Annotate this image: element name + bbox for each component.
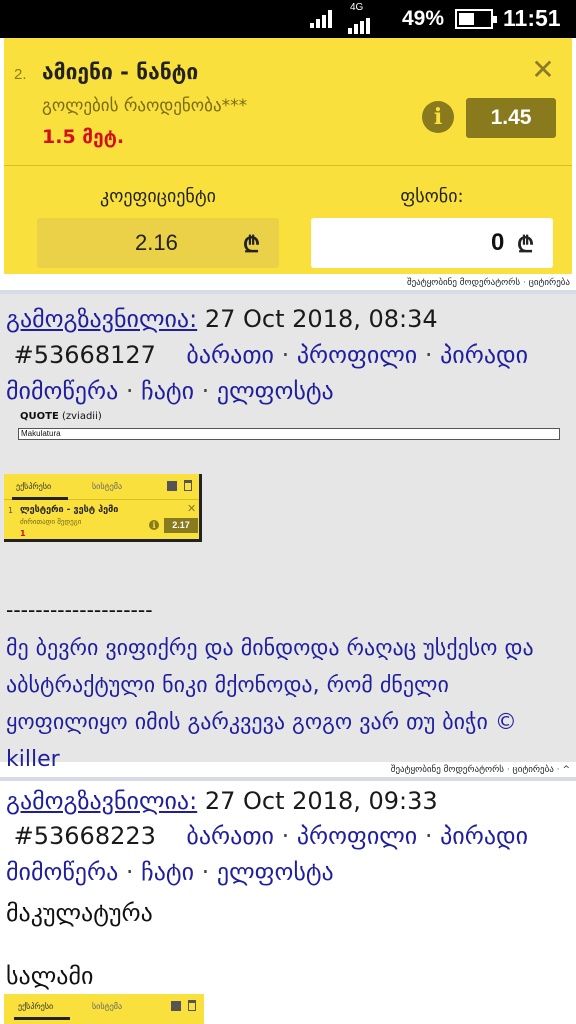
save-icon bbox=[167, 481, 177, 491]
trash-icon bbox=[188, 1000, 196, 1011]
info-icon[interactable]: i bbox=[422, 101, 454, 133]
post-id[interactable]: #53668223 bbox=[14, 822, 156, 850]
post-2-body-line: სალამი bbox=[6, 962, 94, 990]
report-moderator-link[interactable]: შეატყობინე მოდერატორს bbox=[391, 765, 504, 775]
coefficient-field: 2.16 ₾ bbox=[37, 218, 279, 268]
scroll-up-link[interactable]: ^ bbox=[562, 765, 570, 775]
battery-percent: 49% bbox=[402, 7, 445, 30]
trash-icon bbox=[184, 480, 192, 491]
network-type: 4G bbox=[350, 2, 364, 13]
post-divider bbox=[0, 777, 576, 781]
bet-amount-value: 0 bbox=[491, 229, 505, 256]
post-2-body-line: მაკულატურა bbox=[6, 899, 153, 927]
post-id[interactable]: #53668127 bbox=[14, 341, 156, 369]
bet-slip: 2. ამიენი - ნანტი გოლების რაოდენობა*** 1… bbox=[4, 38, 572, 274]
report-moderator-link[interactable]: შეატყობინე მოდერატორს bbox=[407, 278, 520, 288]
battery-icon bbox=[455, 9, 497, 29]
chat-link[interactable]: ჩატი bbox=[141, 858, 194, 886]
sent-label: გამოგზავნილია: bbox=[6, 305, 198, 333]
card-link[interactable]: ბარათი bbox=[186, 822, 274, 850]
selection-number: 2. bbox=[14, 66, 27, 83]
post-1-header: გამოგზავნილია: 27 Oct 2018, 08:34 bbox=[6, 301, 438, 337]
sent-label: გამოგზავნილია: bbox=[6, 787, 198, 815]
pick-label: 1.5 მეტ. bbox=[42, 126, 125, 148]
post-2-links: #53668223 ბარათი · პროფილი · პირადი მიმო… bbox=[6, 822, 529, 886]
signature-divider: -------------------- bbox=[6, 597, 153, 622]
signature-text: მე ბევრი ვიფიქრე და მინდოდა რაღაც უსქესო… bbox=[6, 636, 534, 772]
bet-slip-image: ექსპრესი სისტემა bbox=[4, 994, 204, 1024]
mobile-data-icon: 4G bbox=[346, 2, 376, 34]
bet-amount-input[interactable]: 0 ₾ bbox=[311, 218, 553, 268]
match-name: ამიენი - ნანტი bbox=[42, 60, 199, 84]
coefficient-label: კოეფიციენტი bbox=[100, 186, 216, 207]
bet-label: ფსონი: bbox=[400, 186, 464, 207]
post-1-links: #53668127 ბარათი · პროფილი · პირადი მიმო… bbox=[6, 341, 529, 405]
quote-link[interactable]: ციტირება bbox=[529, 278, 570, 288]
post-datetime: 27 Oct 2018, 09:33 bbox=[204, 787, 438, 815]
quote-box: Makulatura bbox=[18, 428, 560, 440]
close-icon[interactable]: ✕ bbox=[530, 56, 556, 84]
info-icon: i bbox=[149, 520, 159, 530]
close-icon: ✕ bbox=[187, 502, 197, 515]
signal-icon bbox=[310, 10, 334, 28]
email-link[interactable]: ელფოსტა bbox=[217, 858, 334, 886]
coefficient-value: 2.16 bbox=[135, 230, 178, 255]
quote-link[interactable]: ციტირება bbox=[513, 765, 554, 775]
bet-slip-selection: 2. ამიენი - ნანტი გოლების რაოდენობა*** 1… bbox=[4, 38, 572, 166]
status-bar: 4G 49% 11:51 bbox=[0, 0, 576, 38]
clock: 11:51 bbox=[503, 5, 561, 31]
lari-icon: ₾ bbox=[517, 233, 534, 258]
post-2-header: გამოგზავნილია: 27 Oct 2018, 09:33 bbox=[6, 783, 438, 819]
chat-link[interactable]: ჩატი bbox=[141, 377, 194, 405]
save-icon bbox=[171, 1001, 181, 1011]
battery-fill bbox=[459, 13, 474, 25]
market-name: გოლების რაოდენობა*** bbox=[42, 96, 248, 116]
email-link[interactable]: ელფოსტა bbox=[217, 377, 334, 405]
card-link[interactable]: ბარათი bbox=[186, 341, 274, 369]
bet-slip-image: ექსპრესი სისტემა 1 ლესტერი - ვესტ ჰემი ძ… bbox=[4, 474, 202, 542]
post-datetime: 27 Oct 2018, 08:34 bbox=[204, 305, 438, 333]
profile-link[interactable]: პროფილი bbox=[297, 822, 417, 850]
quote-header: QUOTE (zviadii) bbox=[20, 411, 102, 422]
profile-link[interactable]: პროფილი bbox=[297, 341, 417, 369]
lari-icon: ₾ bbox=[243, 233, 260, 258]
odds-badge[interactable]: 1.45 bbox=[466, 98, 556, 138]
